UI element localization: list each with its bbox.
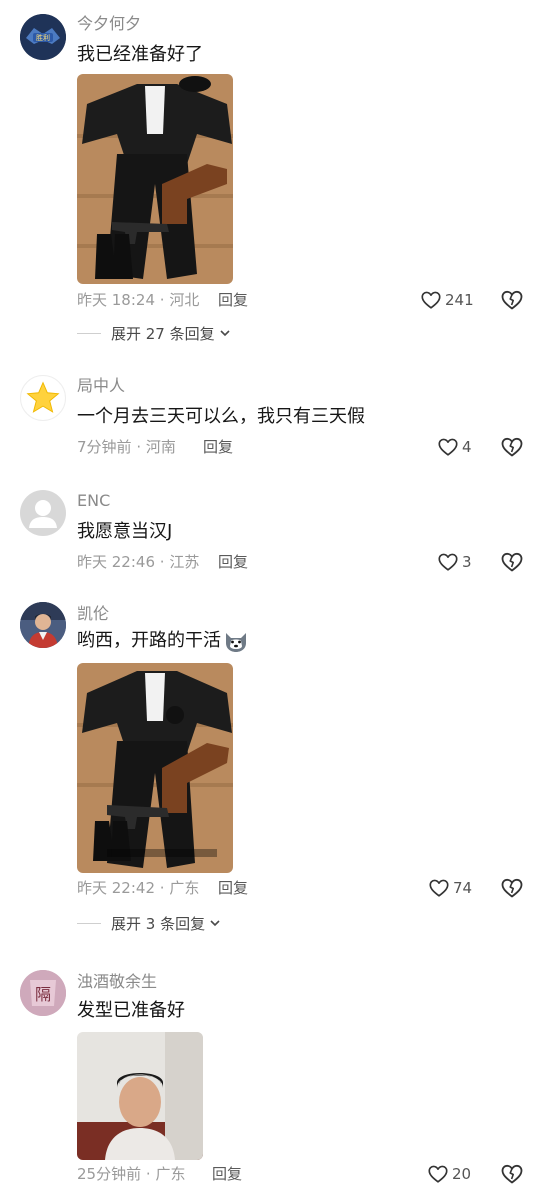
heart-outline-icon <box>438 438 458 456</box>
heart-outline-icon <box>421 291 441 309</box>
reply-button[interactable]: 回复 <box>212 1164 242 1184</box>
location: 江苏 <box>169 553 200 571</box>
like-button[interactable]: 74 <box>428 876 472 900</box>
expand-replies-label: 展开 27 条回复 <box>111 324 215 343</box>
avatar[interactable] <box>20 375 66 421</box>
broken-heart-icon[interactable] <box>500 288 524 312</box>
expand-replies-label: 展开 3 条回复 <box>111 914 206 933</box>
avatar[interactable]: 隔 <box>20 970 66 1016</box>
broken-heart-icon[interactable] <box>500 435 524 459</box>
timestamp: 昨天 22:42 <box>77 879 155 897</box>
chevron-down-icon <box>220 330 230 337</box>
heart-outline-icon <box>429 879 449 897</box>
expand-replies[interactable]: 展开 27 条回复 <box>77 322 231 344</box>
comment-meta: 25分钟前 · 广东 <box>77 1164 185 1184</box>
comment-photo[interactable] <box>77 1032 203 1160</box>
like-button[interactable]: 241 <box>420 288 474 312</box>
username[interactable]: 凯伦 <box>77 604 109 624</box>
like-button[interactable]: 20 <box>427 1162 471 1186</box>
separator: · <box>159 291 165 309</box>
comment-text: 我已经准备好了 <box>77 44 203 65</box>
comment-item: 胜利 今夕何夕 我已经准备好了 昨天 18:24 · 河北 回复 241 展开 … <box>0 0 558 350</box>
comment-text: 我愿意当汉J <box>77 521 173 542</box>
avatar-badge-text: 隔 <box>35 985 51 1004</box>
comment-item: 局中人 一个月去三天可以么，我只有三天假 7分钟前 · 河南 回复 4 <box>0 370 558 470</box>
location: 河南 <box>145 438 176 456</box>
timestamp: 7分钟前 <box>77 438 132 456</box>
chevron-down-icon <box>210 920 220 927</box>
username[interactable]: ENC <box>77 491 110 511</box>
reply-button[interactable]: 回复 <box>203 437 233 457</box>
comment-item: 隔 浊酒敬余生 发型已准备好 25分钟前 · 广东 回复 20 <box>0 968 558 1200</box>
timestamp: 昨天 22:46 <box>77 553 155 571</box>
comment-meta: 7分钟前 · 河南 <box>77 437 176 457</box>
like-count: 74 <box>453 879 473 897</box>
comment-text-content: 哟西，开路的干活 <box>77 630 221 651</box>
avatar[interactable] <box>20 602 66 648</box>
divider <box>77 332 101 334</box>
avatar[interactable]: 胜利 <box>20 14 66 60</box>
reply-button[interactable]: 回复 <box>218 290 248 310</box>
location: 广东 <box>169 879 200 897</box>
separator: · <box>136 438 142 456</box>
timestamp: 25分钟前 <box>77 1165 142 1183</box>
separator: · <box>145 1165 151 1183</box>
avatar-badge-text: 胜利 <box>36 33 50 42</box>
location: 广东 <box>155 1165 186 1183</box>
like-button[interactable]: 3 <box>437 550 472 574</box>
broken-heart-icon[interactable] <box>500 550 524 574</box>
username[interactable]: 局中人 <box>77 376 125 396</box>
heart-outline-icon <box>428 1165 448 1183</box>
like-count: 3 <box>462 553 472 571</box>
like-count: 4 <box>462 438 472 456</box>
like-count: 20 <box>452 1165 472 1183</box>
comment-text: 发型已准备好 <box>77 1000 185 1021</box>
like-count: 241 <box>445 291 474 309</box>
heart-outline-icon <box>438 553 458 571</box>
timestamp: 昨天 18:24 <box>77 291 155 309</box>
comment-photo[interactable] <box>77 74 233 284</box>
comment-text: 哟西，开路的干活 <box>77 628 249 654</box>
username[interactable]: 今夕何夕 <box>77 14 141 34</box>
comment-item: ENC 我愿意当汉J 昨天 22:46 · 江苏 回复 3 <box>0 485 558 585</box>
separator: · <box>159 879 165 897</box>
broken-heart-icon[interactable] <box>500 876 524 900</box>
avatar[interactable] <box>20 490 66 536</box>
separator: · <box>159 553 165 571</box>
like-button[interactable]: 4 <box>437 435 472 459</box>
expand-replies[interactable]: 展开 3 条回复 <box>77 912 221 934</box>
comment-text: 一个月去三天可以么，我只有三天假 <box>77 406 365 427</box>
broken-heart-icon[interactable] <box>500 1162 524 1186</box>
comment-meta: 昨天 22:46 · 江苏 <box>77 552 199 572</box>
reply-button[interactable]: 回复 <box>218 552 248 572</box>
location: 河北 <box>169 291 200 309</box>
comment-item: 凯伦 哟西，开路的干活 昨天 22:42 · 广东 回复 74 展开 3 条回复 <box>0 598 558 948</box>
husky-emoji-icon <box>223 629 249 653</box>
comment-meta: 昨天 22:42 · 广东 <box>77 878 199 898</box>
username[interactable]: 浊酒敬余生 <box>77 972 157 992</box>
divider <box>77 922 101 924</box>
comment-photo[interactable] <box>77 663 233 873</box>
comment-meta: 昨天 18:24 · 河北 <box>77 290 199 310</box>
reply-button[interactable]: 回复 <box>218 878 248 898</box>
